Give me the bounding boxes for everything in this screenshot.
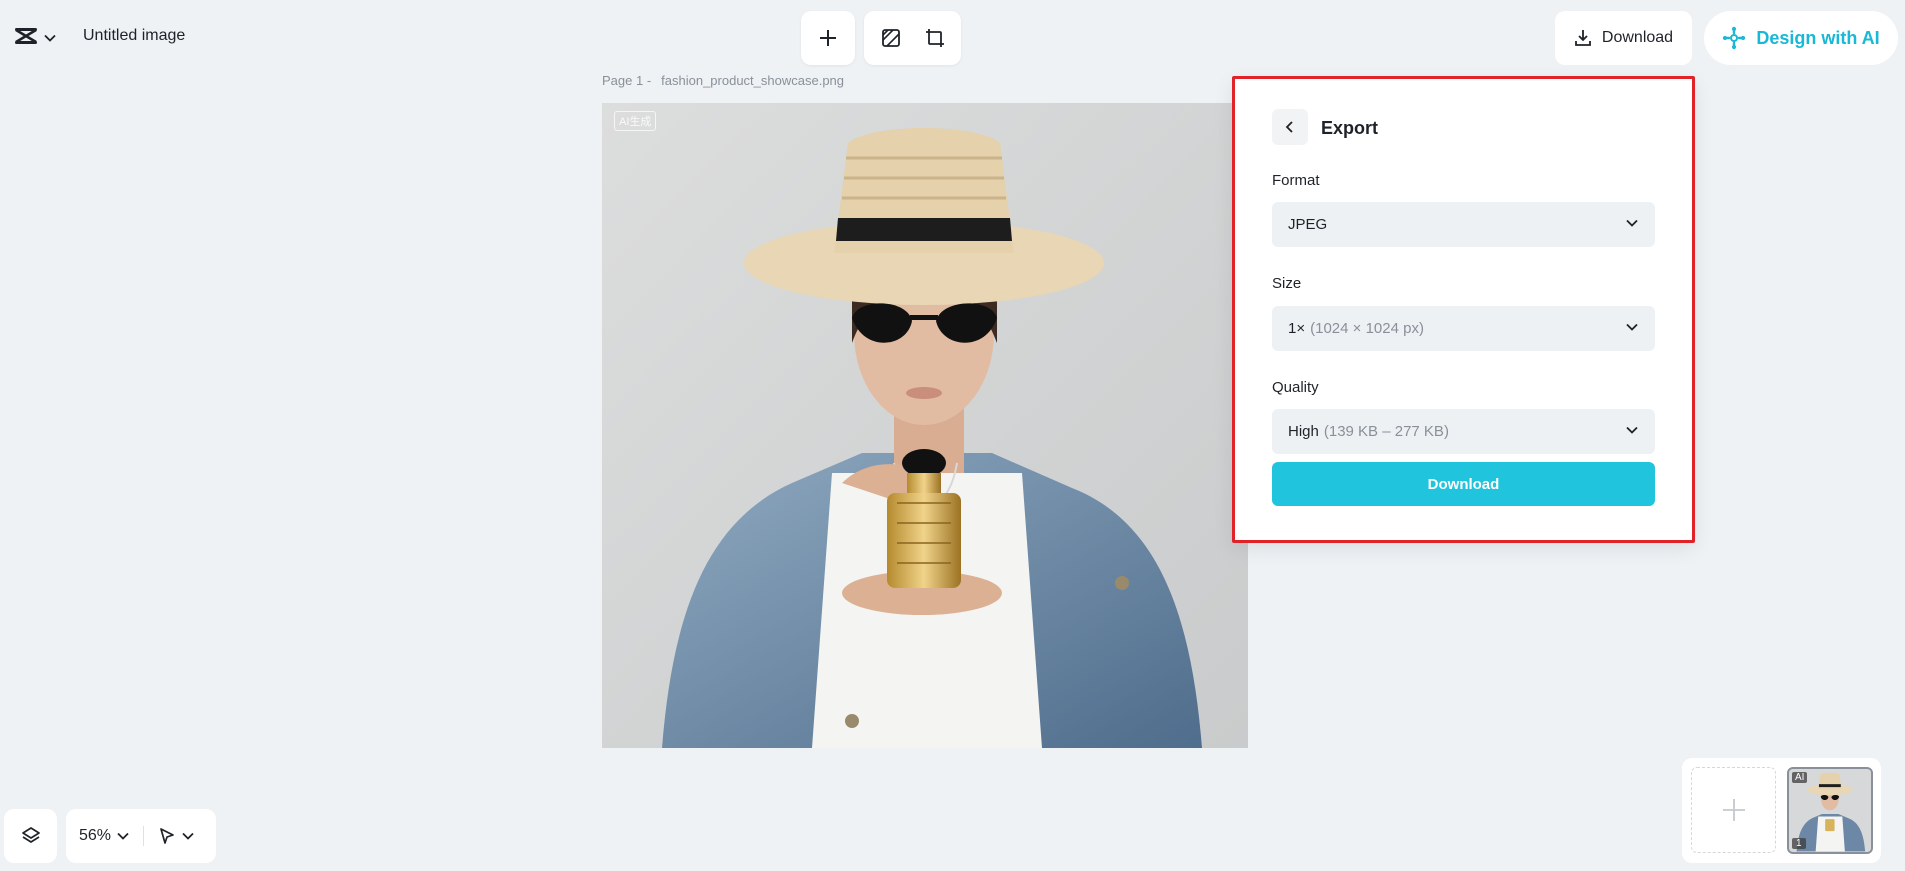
pointer-icon[interactable] — [158, 827, 176, 845]
pages-panel: AI 1 — [1682, 758, 1881, 863]
resize-icon — [925, 29, 944, 47]
resize-button[interactable] — [920, 23, 950, 53]
app-logo-menu[interactable] — [10, 20, 62, 56]
page-label: Page 1 - fashion_product_showcase.png — [602, 73, 844, 88]
fashion-product-photo — [602, 103, 1248, 748]
add-button[interactable] — [813, 23, 843, 53]
chevron-down-icon — [1626, 426, 1638, 434]
zoom-level[interactable]: 56% — [79, 827, 111, 845]
chevron-down-icon — [1626, 219, 1638, 227]
header-download-button[interactable]: Download — [1555, 11, 1692, 65]
page-number-badge: 1 — [1792, 838, 1806, 849]
layers-button[interactable] — [4, 809, 57, 863]
document-title[interactable]: Untitled image — [83, 27, 185, 45]
file-name-label[interactable]: fashion_product_showcase.png — [661, 73, 844, 88]
plus-icon — [820, 30, 836, 46]
quality-select[interactable]: High (139 KB – 277 KB) — [1272, 409, 1655, 454]
format-value: JPEG — [1288, 216, 1328, 233]
add-page-button[interactable] — [1691, 767, 1776, 853]
capcut-logo-icon — [14, 26, 38, 51]
download-icon — [1575, 30, 1591, 46]
format-label: Format — [1272, 172, 1320, 189]
export-download-button[interactable]: Download — [1272, 462, 1655, 506]
design-with-ai-label: Design with AI — [1756, 27, 1880, 48]
chevron-left-icon — [1285, 121, 1293, 133]
page-number-label: Page 1 - — [602, 73, 652, 88]
size-select[interactable]: 1× (1024 × 1024 px) — [1272, 306, 1655, 351]
quality-label: Quality — [1272, 379, 1319, 396]
ai-sparkle-icon — [1723, 26, 1746, 50]
chevron-down-icon[interactable] — [182, 832, 194, 840]
canvas-image[interactable]: AI生成 — [602, 103, 1248, 748]
back-button[interactable] — [1272, 109, 1308, 145]
size-detail: (1024 × 1024 px) — [1310, 320, 1424, 337]
size-value: 1× — [1288, 320, 1306, 337]
ai-badge: AI — [1792, 772, 1808, 783]
background-icon — [881, 29, 900, 47]
chevron-down-icon[interactable] — [117, 832, 129, 840]
divider — [143, 826, 145, 846]
chevron-down-icon — [1626, 323, 1638, 331]
layers-icon — [21, 827, 40, 843]
quality-value: High — [1288, 423, 1319, 440]
size-label: Size — [1272, 275, 1302, 292]
export-panel: Export Format JPEG Size 1× (1024 × 1024 p… — [1232, 76, 1695, 543]
background-button[interactable] — [876, 23, 906, 53]
canvas-tools-toolbar — [864, 11, 961, 65]
plus-icon — [1722, 799, 1745, 821]
quality-detail: (139 KB – 277 KB) — [1323, 423, 1449, 440]
design-with-ai-button[interactable]: Design with AI — [1704, 11, 1898, 65]
add-element-toolbar — [801, 11, 855, 65]
export-title: Export — [1321, 118, 1379, 138]
ai-watermark: AI生成 — [614, 111, 657, 131]
chevron-down-icon — [44, 29, 56, 47]
page-thumbnail[interactable]: AI 1 — [1787, 767, 1873, 854]
header-download-label: Download — [1601, 29, 1674, 46]
zoom-controls: 56% — [66, 809, 216, 863]
format-select[interactable]: JPEG — [1272, 202, 1655, 247]
